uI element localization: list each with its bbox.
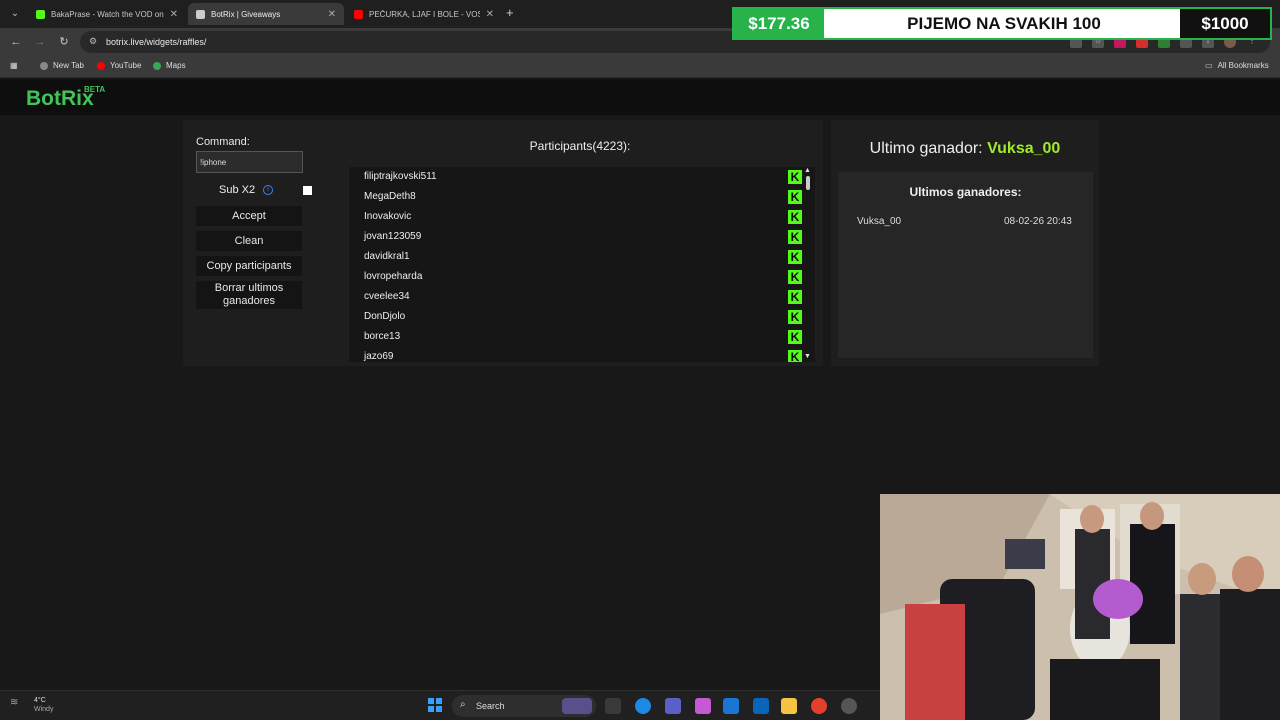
donation-goal-amount: $1000 (1180, 9, 1270, 38)
webcam-scene (880, 494, 1280, 720)
stream-donation-banner: $177.36 PIJEMO NA SVAKIH 100 $1000 (732, 7, 1272, 40)
search-highlight-icon (562, 698, 592, 714)
outlook-icon[interactable] (753, 698, 769, 714)
kick-icon: K (788, 190, 802, 204)
kick-icon: K (788, 210, 802, 224)
wind-icon: ≋ (10, 697, 19, 708)
kick-icon: K (788, 330, 802, 344)
participants-list[interactable]: filiptrajkovski511 K MegaDeth8 K Inovakovi… (349, 167, 815, 362)
weather-widget[interactable]: ≋ 4°C Windy (10, 696, 53, 714)
webcam-overlay (880, 494, 1280, 720)
sub-x2-checkbox[interactable] (303, 186, 312, 195)
reload-icon[interactable]: ↻ (56, 34, 72, 50)
accept-button[interactable]: Accept (196, 206, 302, 226)
tab-search-chevron-icon[interactable]: ⌄ (6, 5, 24, 23)
forward-arrow-icon[interactable]: → (32, 34, 48, 50)
taskbar-search[interactable]: ⌕ Search (452, 695, 596, 717)
edge-icon[interactable] (635, 698, 651, 714)
participant-row[interactable]: borce13 K (364, 327, 802, 347)
close-tab-icon[interactable]: ✕ (328, 9, 336, 20)
participant-row[interactable]: Inovakovic K (364, 207, 802, 227)
participant-row[interactable]: cveelee34 K (364, 287, 802, 307)
bookmark-youtube[interactable]: YouTube (97, 61, 141, 70)
file-explorer-icon[interactable] (781, 698, 797, 714)
new-tab-plus-icon[interactable]: + (506, 5, 514, 20)
kick-icon: K (788, 170, 802, 184)
youtube-icon (97, 61, 105, 70)
tab-botrix-giveaways[interactable]: BotRix | Giveaways ✕ (188, 3, 344, 25)
participant-row[interactable]: jazo69 K (364, 347, 802, 362)
scroll-down-arrow-icon[interactable]: ▼ (804, 353, 811, 360)
copy-participants-button[interactable]: Copy participants (196, 256, 302, 276)
scroll-up-arrow-icon[interactable]: ▲ (804, 167, 811, 174)
page-header: BotRix BETA (0, 79, 1280, 115)
bookmark-maps[interactable]: Maps (153, 61, 186, 70)
kick-favicon-icon (36, 9, 45, 19)
last-winner-heading: Ultimo ganador: Vuksa_00 (869, 140, 1061, 157)
participant-row[interactable]: jovan123059 K (364, 227, 802, 247)
winners-list-box (838, 172, 1093, 358)
site-info-icon[interactable]: ⚙ (89, 36, 97, 47)
app-icon[interactable] (841, 698, 857, 714)
kick-icon: K (788, 310, 802, 324)
task-view-icon[interactable] (605, 698, 621, 714)
kick-icon: K (788, 350, 802, 362)
bookmark-new-tab[interactable]: New Tab (40, 61, 84, 70)
back-arrow-icon[interactable]: ← (8, 34, 24, 50)
participant-row[interactable]: davidkral1 K (364, 247, 802, 267)
chrome-icon[interactable] (811, 698, 827, 714)
command-input[interactable] (196, 151, 303, 173)
participant-row[interactable]: MegaDeth8 K (364, 187, 802, 207)
botrix-logo[interactable]: BotRix BETA (26, 85, 105, 111)
store-icon[interactable] (723, 698, 739, 714)
windows-start-icon[interactable] (428, 698, 442, 712)
folder-icon: ▭ (1205, 61, 1213, 70)
close-tab-icon[interactable]: ✕ (170, 9, 178, 20)
participants-title: Participants(4223): (529, 139, 631, 153)
winner-row-date: 08-02-26 20:43 (1004, 216, 1072, 227)
close-tab-icon[interactable]: ✕ (486, 9, 494, 20)
kick-icon: K (788, 270, 802, 284)
globe-icon (40, 61, 48, 70)
donation-goal-message: PIJEMO NA SVAKIH 100 (907, 14, 1101, 33)
maps-pin-icon (153, 61, 161, 70)
tab-bakaprase[interactable]: BakaPrase - Watch the VOD on ✕ (28, 3, 186, 25)
participant-row[interactable]: DonDjolo K (364, 307, 802, 327)
kick-icon: K (788, 290, 802, 304)
donation-current-amount: $177.36 (734, 9, 824, 38)
bookmarks-bar: ▦ New Tab YouTube Maps ▭ All Bookmarks (0, 56, 1280, 78)
kick-icon: K (788, 230, 802, 244)
clear-winners-button[interactable]: Borrar ultimos ganadores (196, 281, 302, 309)
kick-icon: K (788, 250, 802, 264)
sub-x2-label: Sub X2 (219, 184, 256, 196)
youtube-favicon-icon (354, 9, 363, 19)
command-label: Command: (196, 136, 250, 148)
winners-list-title: Ultimos ganadores: (909, 185, 1022, 199)
participant-row[interactable]: lovropeharda K (364, 267, 802, 287)
winner-row-name: Vuksa_00 (857, 216, 902, 227)
search-icon: ⌕ (460, 699, 466, 710)
participant-row[interactable]: filiptrajkovski511 K (364, 167, 802, 187)
url-text[interactable]: botrix.live/widgets/raffles/ (106, 37, 206, 47)
participants-scrollbar[interactable]: ▲ ▼ (804, 167, 812, 362)
apps-grid-icon[interactable]: ▦ (10, 61, 18, 70)
scrollbar-thumb[interactable] (806, 176, 810, 190)
botrix-favicon-icon (196, 9, 205, 19)
beta-badge: BETA (84, 85, 106, 94)
info-icon[interactable]: i (263, 185, 273, 195)
windows-taskbar: ≋ 4°C Windy ⌕ Search (0, 690, 880, 720)
copilot-icon[interactable] (695, 698, 711, 714)
tab-youtube-video[interactable]: PEČURKA, LJAF I BOLE - VOSTC ✕ (346, 3, 502, 25)
all-bookmarks[interactable]: ▭ All Bookmarks (1205, 61, 1269, 70)
last-winner-name: Vuksa_00 (987, 140, 1061, 157)
clean-button[interactable]: Clean (196, 231, 302, 251)
teams-icon[interactable] (665, 698, 681, 714)
